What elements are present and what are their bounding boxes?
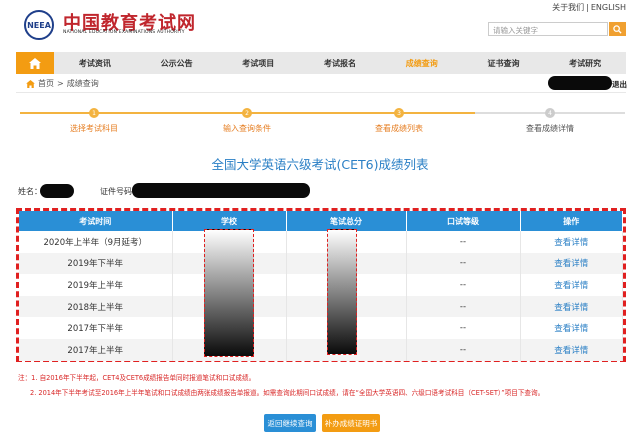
step-2-marker: 2: [242, 108, 252, 118]
step-1-label: 选择考试科目: [70, 124, 118, 133]
nav-item-score-query[interactable]: 成绩查询: [381, 52, 463, 74]
col-written-score: 笔试总分: [286, 211, 407, 231]
breadcrumb-home[interactable]: 首页: [38, 78, 54, 89]
top-links: 关于我们 | ENGLISH: [552, 3, 626, 12]
search-icon: [613, 24, 622, 34]
reissue-certificate-button[interactable]: 补办成绩证明书: [322, 414, 380, 432]
table-row: 2019年下半年 -- 查看详情: [19, 252, 623, 275]
step-2-label: 输入查询条件: [223, 124, 271, 133]
oral-grade: --: [406, 274, 521, 296]
score-table: 考试时间 学校 笔试总分 口试等级 操作 2020年上半年（9月延考） -- 查…: [19, 211, 623, 361]
divider: [16, 92, 626, 93]
table-row: 2017年上半年 -- 查看详情: [19, 338, 623, 361]
breadcrumb-separator: >: [57, 79, 64, 88]
col-action: 操作: [520, 211, 623, 231]
name-label: 姓名：: [18, 187, 42, 196]
view-details-link[interactable]: 查看详情: [554, 238, 588, 248]
neea-logo-emblem[interactable]: NEEA: [24, 10, 54, 40]
note-2: 2. 2014年下半年考试至2016年上半年笔试和口试成绩由两张成绩报告单报道。…: [30, 389, 545, 397]
exam-time: 2019年上半年: [19, 274, 173, 296]
nav-item-certificate-query[interactable]: 证书查询: [463, 52, 545, 74]
oral-grade: --: [406, 338, 521, 361]
search-input[interactable]: 请输入关键字: [488, 22, 608, 36]
oral-grade: --: [406, 231, 521, 253]
step-4-marker: 4: [545, 108, 555, 118]
breadcrumb: 首页 > 成绩查询: [26, 78, 99, 89]
col-school: 学校: [172, 211, 287, 231]
nav-home-button[interactable]: [16, 52, 54, 74]
redacted-id: [132, 183, 310, 198]
search-button[interactable]: [609, 22, 626, 36]
redacted-name: [40, 184, 74, 198]
exam-time: 2017年上半年: [19, 338, 173, 361]
home-icon: [29, 57, 41, 69]
page: NEEA 中国教育考试网 NATIONAL EDUCATION EXAMINAT…: [0, 0, 640, 436]
score-table-highlight: 考试时间 学校 笔试总分 口试等级 操作 2020年上半年（9月延考） -- 查…: [16, 208, 626, 362]
main-nav: 考试资讯 公示公告 考试项目 考试报名 成绩查询 证书查询 考试研究: [16, 52, 626, 74]
exam-time: 2017年下半年: [19, 317, 173, 339]
redacted-username: [548, 76, 612, 90]
view-details-link[interactable]: 查看详情: [554, 324, 588, 334]
nav-item-announcements[interactable]: 公示公告: [136, 52, 218, 74]
exam-time: 2018年上半年: [19, 295, 173, 318]
col-exam-time: 考试时间: [19, 211, 173, 231]
exam-time: 2019年下半年: [19, 252, 173, 275]
exam-time: 2020年上半年（9月延考）: [19, 231, 173, 253]
step-3-marker: 3: [394, 108, 404, 118]
site-subtitle: NATIONAL EDUCATION EXAMINATIONS AUTHORIT…: [63, 30, 185, 35]
logout-link[interactable]: 退出: [612, 79, 627, 90]
oral-grade: --: [406, 317, 521, 339]
step-4-label: 查看成绩详情: [526, 124, 574, 133]
table-header-row: 考试时间 学校 笔试总分 口试等级 操作: [19, 211, 623, 231]
oral-grade: --: [406, 295, 521, 318]
redacted-score-column: [327, 229, 357, 355]
step-1-marker: 1: [89, 108, 99, 118]
table-row: 2019年上半年 -- 查看详情: [19, 274, 623, 296]
oral-grade: --: [406, 252, 521, 275]
link-english[interactable]: ENGLISH: [591, 3, 626, 12]
view-details-link[interactable]: 查看详情: [554, 303, 588, 313]
page-title: 全国大学英语六级考试(CET6)成绩列表: [211, 157, 429, 172]
nav-item-exams[interactable]: 考试项目: [217, 52, 299, 74]
back-to-query-button[interactable]: 返回继续查询: [264, 414, 316, 432]
table-row: 2020年上半年（9月延考） -- 查看详情: [19, 231, 623, 253]
col-oral-grade: 口试等级: [406, 211, 521, 231]
table-row: 2018年上半年 -- 查看详情: [19, 295, 623, 318]
nav-item-registration[interactable]: 考试报名: [299, 52, 381, 74]
note-1: 注：1. 自2016年下半年起，CET4及CET6成绩报告单同时报道笔试和口试成…: [18, 374, 256, 382]
step-3-label: 查看成绩列表: [375, 124, 423, 133]
view-details-link[interactable]: 查看详情: [554, 281, 588, 291]
view-details-link[interactable]: 查看详情: [554, 259, 588, 269]
table-row: 2017年下半年 -- 查看详情: [19, 317, 623, 339]
nav-item-news[interactable]: 考试资讯: [54, 52, 136, 74]
view-details-link[interactable]: 查看详情: [554, 346, 588, 356]
breadcrumb-current: 成绩查询: [66, 79, 99, 88]
link-about[interactable]: 关于我们: [552, 3, 584, 12]
home-icon: [26, 79, 35, 88]
redacted-school-column: [204, 229, 254, 357]
nav-item-research[interactable]: 考试研究: [544, 52, 626, 74]
